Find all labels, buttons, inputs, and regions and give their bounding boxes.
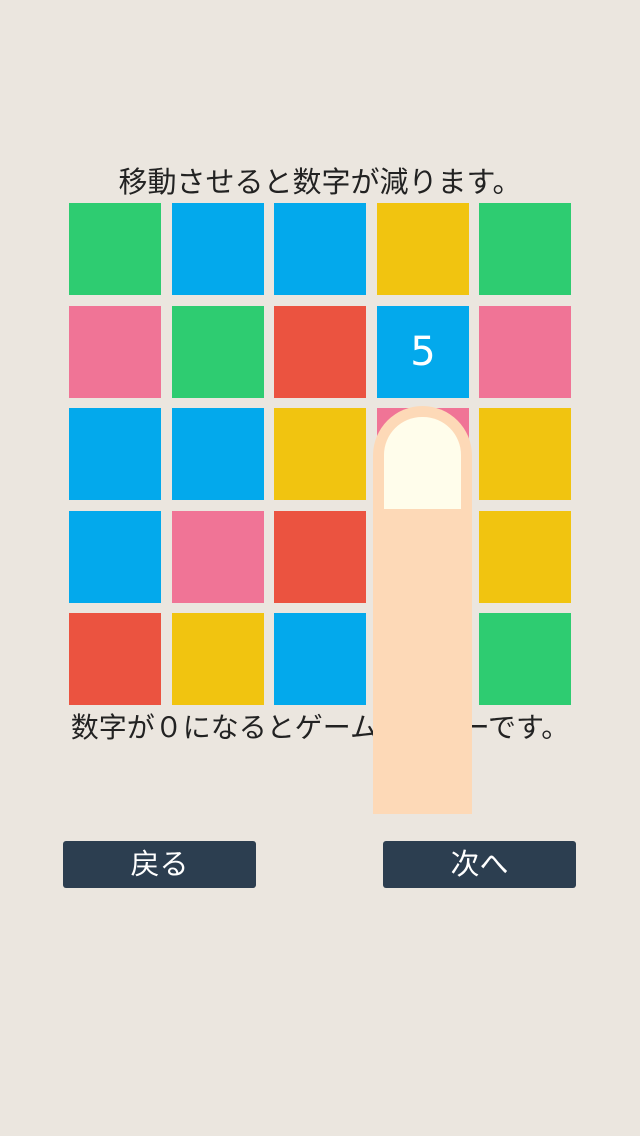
board-tile[interactable] bbox=[479, 511, 571, 603]
board-tile[interactable] bbox=[172, 306, 264, 398]
board-tile[interactable] bbox=[69, 613, 161, 705]
tile-number: 5 bbox=[410, 329, 436, 375]
board-tile[interactable] bbox=[274, 306, 366, 398]
board-tile[interactable] bbox=[172, 511, 264, 603]
board-tile[interactable] bbox=[69, 203, 161, 295]
board-tile[interactable]: 5 bbox=[377, 306, 469, 398]
game-board: 5 bbox=[69, 203, 571, 706]
back-button[interactable]: 戻る bbox=[63, 841, 256, 888]
board-tile[interactable] bbox=[274, 203, 366, 295]
board-tile[interactable] bbox=[479, 408, 571, 500]
board-tile[interactable] bbox=[377, 203, 469, 295]
board-tile[interactable] bbox=[274, 408, 366, 500]
board-tile[interactable] bbox=[479, 203, 571, 295]
board-tile[interactable] bbox=[69, 511, 161, 603]
board-tile[interactable] bbox=[172, 408, 264, 500]
board-tile[interactable] bbox=[479, 613, 571, 705]
board-tile[interactable] bbox=[274, 511, 366, 603]
board-tile[interactable] bbox=[274, 613, 366, 705]
next-button[interactable]: 次へ bbox=[383, 841, 576, 888]
tutorial-finger-icon bbox=[373, 406, 472, 814]
instruction-text-bottom: 数字が０になるとゲームオーバーです。 bbox=[70, 711, 570, 744]
instruction-text-top: 移動させると数字が減ります。 bbox=[118, 165, 522, 199]
board-tile[interactable] bbox=[479, 306, 571, 398]
board-tile[interactable] bbox=[69, 408, 161, 500]
board-tile[interactable] bbox=[172, 203, 264, 295]
fingernail-icon bbox=[384, 417, 461, 509]
board-tile[interactable] bbox=[172, 613, 264, 705]
board-tile[interactable] bbox=[69, 306, 161, 398]
